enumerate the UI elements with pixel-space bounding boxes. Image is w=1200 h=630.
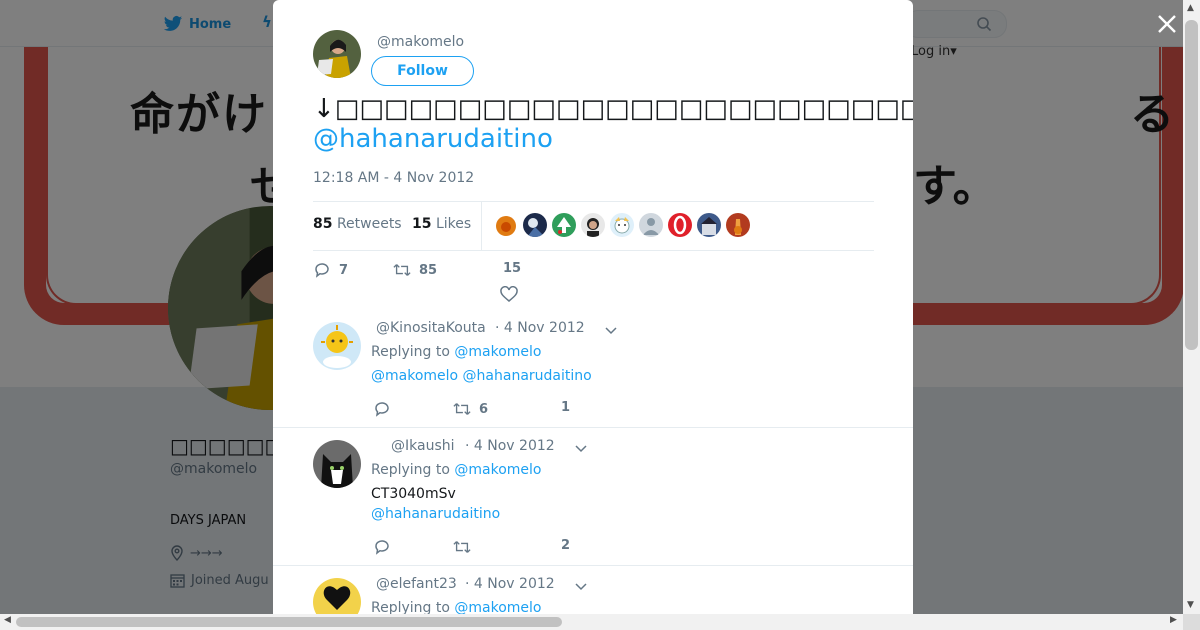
retweet-icon bbox=[453, 541, 471, 553]
retweet-icon bbox=[453, 403, 471, 415]
retweet-action[interactable] bbox=[453, 538, 471, 556]
liker-avatar[interactable] bbox=[523, 213, 547, 237]
like-action[interactable]: 15 bbox=[503, 261, 521, 276]
reply-count: 7 bbox=[339, 262, 349, 278]
scroll-up-arrow-icon[interactable]: ▲ bbox=[1187, 3, 1194, 13]
likers-avatars bbox=[494, 213, 750, 237]
reply-icon bbox=[315, 263, 329, 278]
replying-prefix: Replying to bbox=[371, 600, 450, 614]
retweet-icon bbox=[393, 264, 411, 276]
vertical-scrollbar[interactable]: ▲ ▼ bbox=[1183, 0, 1200, 614]
chevron-down-icon[interactable] bbox=[605, 327, 617, 335]
reply-avatar-image bbox=[313, 322, 361, 370]
likes-stat[interactable]: 15 Likes bbox=[412, 216, 471, 232]
reply-action[interactable] bbox=[373, 400, 391, 418]
close-icon bbox=[1158, 15, 1176, 33]
tweet-stats: 85 Retweets 15 Likes bbox=[313, 201, 874, 251]
reply-actions: 2 bbox=[373, 538, 673, 558]
replying-to: Replying to @makomelo bbox=[371, 600, 542, 614]
reply-icon bbox=[375, 540, 389, 555]
reply-actions: 6 1 bbox=[373, 400, 673, 420]
reply-handle[interactable]: @Ikaushi bbox=[391, 438, 455, 454]
author-avatar[interactable] bbox=[313, 30, 361, 78]
like-action[interactable]: 2 bbox=[561, 538, 570, 553]
like-count: 15 bbox=[503, 261, 522, 276]
like-action[interactable]: 1 bbox=[561, 400, 570, 415]
chevron-down-icon[interactable] bbox=[575, 445, 587, 453]
reply-avatar-image bbox=[313, 578, 361, 614]
retweet-action[interactable]: 6 bbox=[453, 400, 488, 418]
liker-avatar[interactable] bbox=[581, 213, 605, 237]
follow-button[interactable]: Follow bbox=[371, 56, 474, 86]
reply-text[interactable]: @makomelo @hahanarudaitino bbox=[371, 368, 592, 384]
reply-date[interactable]: · 4 Nov 2012 bbox=[465, 438, 555, 454]
replying-prefix: Replying to bbox=[371, 462, 450, 478]
chevron-down-icon[interactable] bbox=[575, 583, 587, 591]
scroll-down-arrow-icon[interactable]: ▼ bbox=[1187, 600, 1194, 610]
tweet-text: ↓□□□□□□□□□□□□□□□□□□□□□□□□□□□□□□□□□□□□□□□… bbox=[313, 94, 913, 124]
reply-action[interactable] bbox=[373, 538, 391, 556]
horizontal-scrollbar[interactable]: ◀ ▶ bbox=[0, 614, 1183, 630]
horizontal-scrollbar-thumb[interactable] bbox=[16, 617, 562, 627]
reply-mention-link[interactable]: @hahanarudaitino bbox=[371, 506, 500, 522]
tweet-actions: 7 85 15 bbox=[313, 261, 613, 281]
replying-to: Replying to @makomelo bbox=[371, 344, 542, 360]
scroll-right-arrow-icon[interactable]: ▶ bbox=[1170, 615, 1177, 625]
scroll-left-arrow-icon[interactable]: ◀ bbox=[4, 615, 11, 625]
reply-avatar-image bbox=[313, 440, 361, 488]
close-button[interactable] bbox=[1153, 10, 1181, 38]
reply-avatar[interactable] bbox=[313, 322, 361, 370]
retweet-count: 85 bbox=[419, 262, 438, 278]
reply-date[interactable]: · 4 Nov 2012 bbox=[495, 320, 585, 336]
likes-count: 15 bbox=[412, 216, 432, 232]
reply-avatar[interactable] bbox=[313, 440, 361, 488]
liker-avatar[interactable] bbox=[639, 213, 663, 237]
reply-handle[interactable]: @KinositaKouta bbox=[376, 320, 486, 336]
reply-item[interactable]: @Ikaushi · 4 Nov 2012 Replying to @makom… bbox=[273, 428, 913, 566]
vertical-scrollbar-thumb[interactable] bbox=[1185, 20, 1198, 350]
author-handle[interactable]: @makomelo bbox=[377, 34, 464, 50]
retweet-action[interactable]: 85 bbox=[393, 261, 437, 279]
replying-to: Replying to @makomelo bbox=[371, 462, 542, 478]
replying-to-link[interactable]: @makomelo bbox=[454, 600, 541, 614]
replying-to-link[interactable]: @makomelo bbox=[454, 344, 541, 360]
retweets-count: 85 bbox=[313, 216, 333, 232]
reply-icon bbox=[375, 402, 389, 417]
retweets-label: Retweets bbox=[336, 216, 402, 232]
tweet-timestamp[interactable]: 12:18 AM - 4 Nov 2012 bbox=[313, 170, 474, 186]
tweet-mention-link[interactable]: @hahanarudaitino bbox=[313, 124, 553, 154]
heart-icon bbox=[500, 286, 518, 302]
liker-avatar[interactable] bbox=[552, 213, 576, 237]
author-avatar-image bbox=[313, 30, 361, 78]
liker-avatar[interactable] bbox=[610, 213, 634, 237]
like-count: 2 bbox=[561, 538, 571, 553]
retweets-stat[interactable]: 85 Retweets bbox=[313, 216, 402, 232]
reply-item[interactable]: @KinositaKouta · 4 Nov 2012 Replying to … bbox=[273, 310, 913, 428]
liker-avatar[interactable] bbox=[697, 213, 721, 237]
replying-to-link[interactable]: @makomelo bbox=[454, 462, 541, 478]
retweet-count: 6 bbox=[479, 401, 489, 417]
tweet-modal: @makomelo Follow ↓□□□□□□□□□□□□□□□□□□□□□□… bbox=[273, 0, 913, 614]
reply-item[interactable]: @elefant23 · 4 Nov 2012 Replying to @mak… bbox=[273, 566, 913, 614]
liker-avatar[interactable] bbox=[668, 213, 692, 237]
reply-date[interactable]: · 4 Nov 2012 bbox=[465, 576, 555, 592]
reply-text: CT3040mSv bbox=[371, 486, 456, 502]
replying-prefix: Replying to bbox=[371, 344, 450, 360]
likes-label: Likes bbox=[435, 216, 472, 232]
reply-avatar[interactable] bbox=[313, 578, 361, 614]
stats-divider bbox=[481, 202, 482, 250]
like-count: 1 bbox=[561, 400, 571, 415]
liker-avatar[interactable] bbox=[726, 213, 750, 237]
reply-handle[interactable]: @elefant23 bbox=[376, 576, 457, 592]
scrollbar-corner bbox=[1183, 614, 1200, 630]
liker-avatar[interactable] bbox=[494, 213, 518, 237]
like-button[interactable] bbox=[500, 286, 518, 304]
reply-action[interactable]: 7 bbox=[313, 261, 348, 279]
